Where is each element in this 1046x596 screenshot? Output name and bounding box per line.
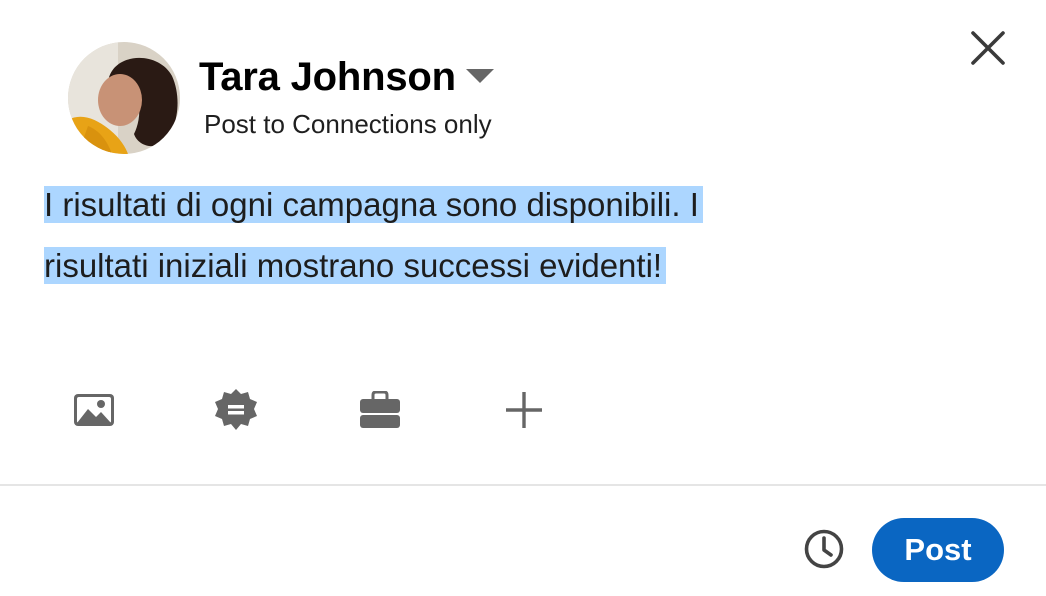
footer-divider xyxy=(0,484,1046,486)
post-editor[interactable]: I risultati di ogni campagna sono dispon… xyxy=(44,174,984,296)
celebrate-badge-icon xyxy=(214,388,258,437)
celebrate-button[interactable] xyxy=(212,388,260,436)
more-options-button[interactable] xyxy=(500,388,548,436)
job-button[interactable] xyxy=(356,388,404,436)
author-selector[interactable]: Tara Johnson xyxy=(199,52,494,102)
plus-icon xyxy=(505,391,543,434)
author-name: Tara Johnson xyxy=(199,55,456,99)
post-button[interactable]: Post xyxy=(872,518,1004,582)
image-icon xyxy=(73,393,115,432)
caret-down-icon xyxy=(465,68,494,90)
editor-text-line-1: I risultati di ogni campagna sono dispon… xyxy=(44,186,703,223)
close-button[interactable] xyxy=(964,26,1012,74)
briefcase-icon xyxy=(359,390,401,434)
add-media-button[interactable] xyxy=(70,388,118,436)
avatar xyxy=(68,42,180,154)
clock-icon xyxy=(804,529,844,574)
audience-label[interactable]: Post to Connections only xyxy=(204,106,492,142)
schedule-post-button[interactable] xyxy=(800,527,848,575)
close-icon xyxy=(971,30,1005,70)
avatar-photo xyxy=(68,42,180,154)
editor-text-line-2: risultati iniziali mostrano successi evi… xyxy=(44,247,667,284)
